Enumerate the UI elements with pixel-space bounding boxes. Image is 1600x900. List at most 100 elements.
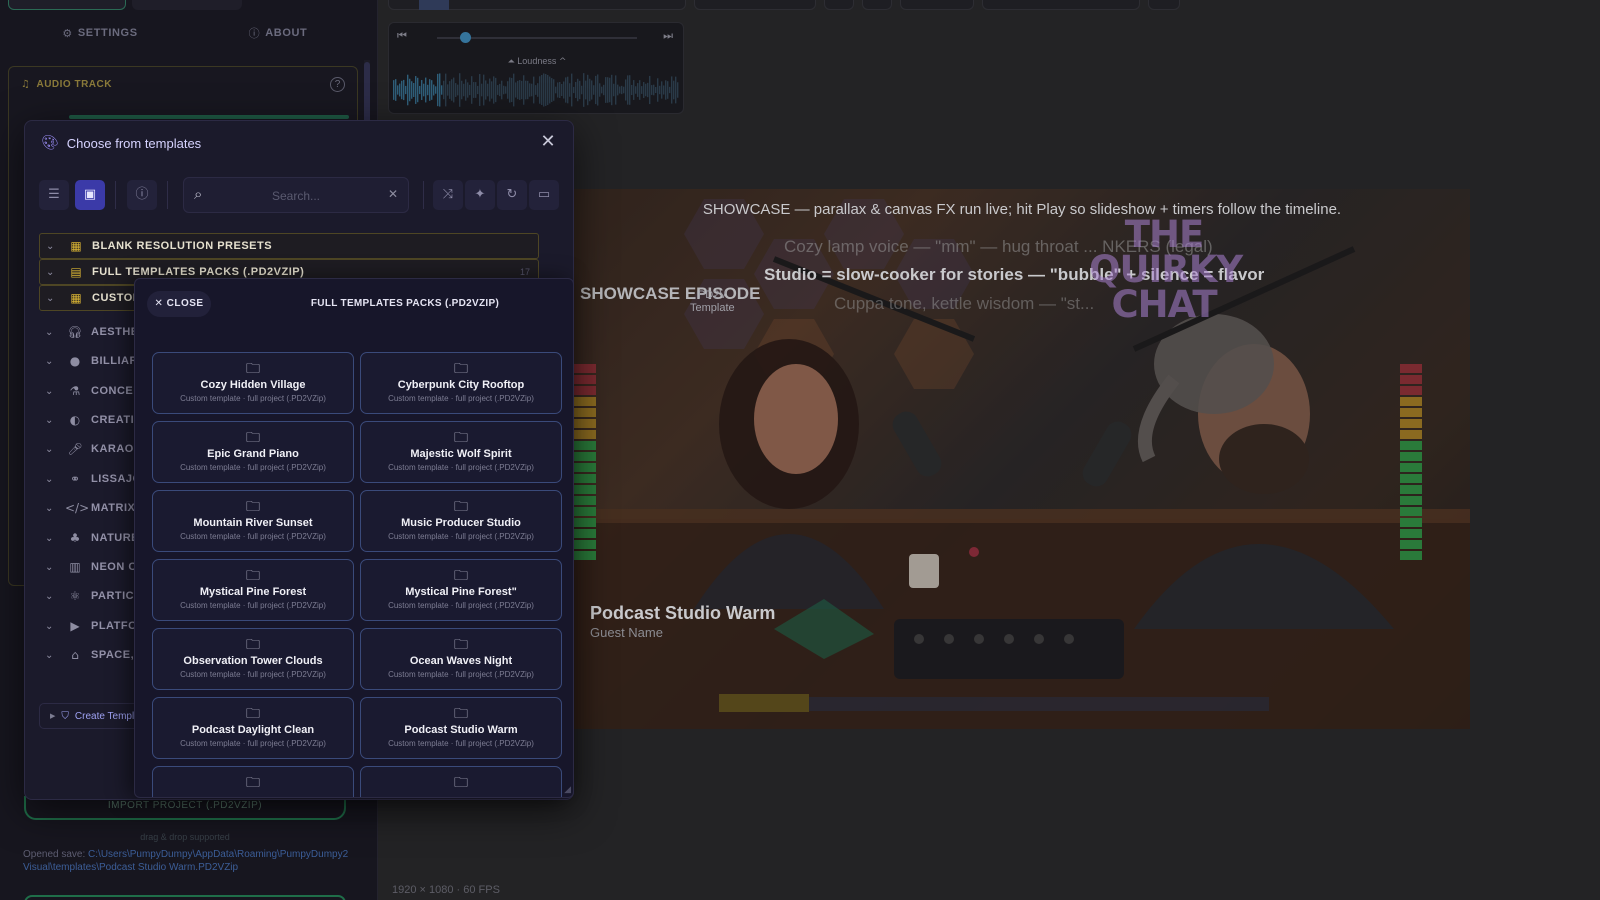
- close-packs-button[interactable]: ✕ CLOSE: [147, 291, 211, 317]
- top-search-field[interactable]: [982, 0, 1140, 10]
- top-toolbar-group[interactable]: [694, 0, 816, 10]
- sidebar-bottom-button[interactable]: [24, 895, 346, 900]
- folder-icon[interactable]: ▭: [529, 180, 559, 210]
- waveform-bar: [597, 74, 599, 106]
- resize-handle-icon[interactable]: ◢: [564, 785, 571, 795]
- template-card[interactable]: 🗀︎ Majestic Wolf Spirit Custom template · …: [360, 421, 562, 483]
- nodes-icon: ⚭: [69, 472, 81, 486]
- top-toolbar-button[interactable]: [900, 0, 974, 10]
- audio-track-bar: [69, 115, 349, 119]
- template-subtitle: Custom template · full project (.PD2VZip…: [388, 463, 534, 472]
- waveform-bar: [485, 80, 487, 100]
- meter-segment: [574, 375, 596, 384]
- template-card[interactable]: 🗀︎ Mystical Pine Forest Custom template · …: [152, 559, 354, 621]
- waveform-bar: [493, 76, 495, 104]
- top-toolbar-button[interactable]: [862, 0, 892, 10]
- skip-next-icon[interactable]: ⏭: [663, 29, 673, 43]
- waveform-bar: [501, 80, 503, 100]
- search-field[interactable]: ⌕ ✕: [183, 177, 409, 213]
- packs-panel-title: FULL TEMPLATES PACKS (.PD2VZIP): [310, 298, 500, 309]
- list-toggle-icon[interactable]: ☰: [39, 180, 69, 210]
- waveform-bar: [539, 76, 541, 104]
- palette-icon: 🎨︎: [41, 135, 59, 151]
- folder-icon: 🗀︎: [246, 430, 260, 446]
- clear-search-icon[interactable]: ✕: [388, 187, 398, 201]
- opened-save-label: Opened save:: [23, 849, 89, 860]
- waveform-bar: [627, 75, 629, 105]
- waveform-bar: [647, 82, 649, 98]
- waveform-bar: [577, 78, 579, 102]
- meter-segment: [574, 408, 596, 417]
- chevron-down-icon: ⌄: [46, 292, 55, 304]
- search-input[interactable]: [216, 184, 376, 208]
- template-name: Epic Grand Piano: [207, 448, 299, 460]
- waveform-bar: [629, 75, 631, 105]
- caret-right-icon: ▶: [50, 712, 56, 720]
- template-card[interactable]: 🗀︎: [152, 766, 354, 797]
- template-card[interactable]: 🗀︎ Podcast Daylight Clean Custom template …: [152, 697, 354, 759]
- waveform-bar: [655, 86, 657, 94]
- magic-icon[interactable]: ✦: [465, 180, 495, 210]
- waveform-bar: [443, 80, 445, 100]
- meter-segment: [1400, 386, 1422, 395]
- info-icon[interactable]: ⓘ: [127, 180, 157, 210]
- chevron-down-icon: ⌄: [45, 620, 54, 632]
- seek-knob[interactable]: [460, 32, 471, 43]
- waveform-bar: [467, 82, 469, 98]
- waveform-bar: [403, 79, 405, 101]
- video-preview[interactable]: SHOWCASE — parallax & canvas FX run live…: [574, 189, 1470, 729]
- sidebar-top-tab[interactable]: [132, 0, 242, 10]
- template-card[interactable]: 🗀︎ Ocean Waves Night Custom template · ful…: [360, 628, 562, 690]
- template-name: Mystical Pine Forest": [405, 586, 517, 598]
- waveform-bar: [441, 85, 443, 95]
- waveform-bar: [425, 77, 427, 103]
- meter-segment: [1400, 441, 1422, 450]
- template-card[interactable]: 🗀︎ Epic Grand Piano Custom template · full…: [152, 421, 354, 483]
- sidebar-top-tab[interactable]: [8, 0, 126, 10]
- meter-segment: [1400, 529, 1422, 538]
- refresh-icon[interactable]: ↻: [497, 180, 527, 210]
- template-card[interactable]: 🗀︎ Cozy Hidden Village Custom template · f…: [152, 352, 354, 414]
- toolbar-active-segment[interactable]: [419, 0, 449, 10]
- shuffle-icon[interactable]: ⤨: [433, 180, 463, 210]
- meter-segment: [574, 452, 596, 461]
- tab-settings[interactable]: ⚙ SETTINGS: [50, 20, 150, 46]
- template-card[interactable]: 🗀︎: [360, 766, 562, 797]
- top-toolbar-button[interactable]: [824, 0, 854, 10]
- top-toolbar-button[interactable]: [1148, 0, 1180, 10]
- template-card[interactable]: 🗀︎ Podcast Studio Warm Custom template · f…: [360, 697, 562, 759]
- waveform-bar: [581, 85, 583, 95]
- chevron-down-icon: ⌄: [45, 590, 54, 602]
- loudness-toggle[interactable]: ⏶ Loudness ^: [389, 56, 685, 67]
- waveform-bar: [565, 77, 567, 103]
- waveform-bar: [405, 85, 407, 95]
- template-card[interactable]: 🗀︎ Observation Tower Clouds Custom templat…: [152, 628, 354, 690]
- waveform-bar: [623, 86, 625, 94]
- waveform-bar: [661, 81, 663, 99]
- tab-about[interactable]: ⓘ ABOUT: [238, 20, 318, 46]
- top-toolbar-group[interactable]: [388, 0, 686, 10]
- folder-icon: 🗀︎: [246, 775, 260, 791]
- waveform-bar: [593, 85, 595, 95]
- grid-view-icon[interactable]: ▣: [75, 180, 105, 210]
- template-card[interactable]: 🗀︎ Mountain River Sunset Custom template ·…: [152, 490, 354, 552]
- template-subtitle: Custom template · full project (.PD2VZip…: [180, 532, 326, 541]
- close-icon[interactable]: ✕: [537, 131, 559, 153]
- chevron-down-icon: ⌄: [45, 473, 54, 485]
- waveform-bar: [649, 75, 651, 105]
- waveform-bar: [453, 77, 455, 103]
- category-row[interactable]: ⌄ ▦ BLANK RESOLUTION PRESETS: [39, 233, 539, 259]
- template-card[interactable]: 🗀︎ Mystical Pine Forest" Custom template ·…: [360, 559, 562, 621]
- category-label: NATURE: [91, 532, 140, 544]
- waveform-bar: [475, 82, 477, 98]
- template-card[interactable]: 🗀︎ Music Producer Studio Custom template ·…: [360, 490, 562, 552]
- waveform-bar: [437, 73, 439, 107]
- template-card[interactable]: 🗀︎ Cyberpunk City Rooftop Custom template …: [360, 352, 562, 414]
- audio-help-button[interactable]: ?: [330, 77, 345, 92]
- waveform-bar: [617, 84, 619, 96]
- skip-previous-icon[interactable]: ⏮: [397, 29, 407, 43]
- waveform-bar: [517, 80, 519, 100]
- waveform[interactable]: [393, 70, 679, 110]
- code-icon: </>: [65, 501, 90, 515]
- waveform-bar: [469, 84, 471, 96]
